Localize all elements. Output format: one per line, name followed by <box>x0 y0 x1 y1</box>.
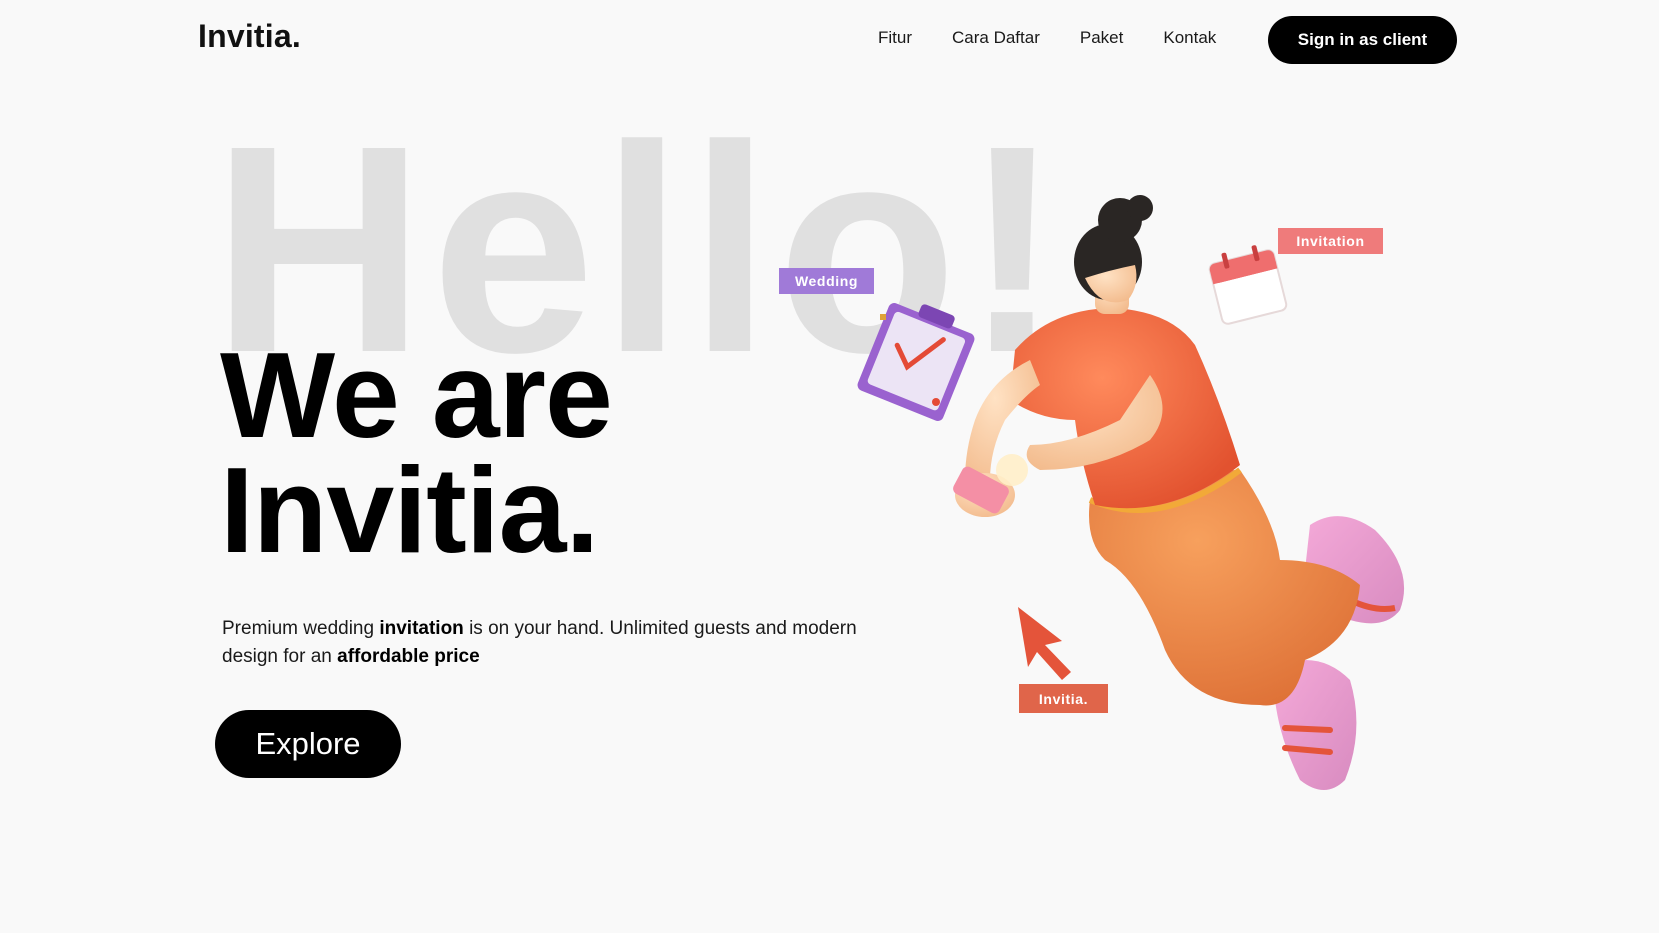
explore-button[interactable]: Explore <box>215 710 401 778</box>
calendar-icon <box>1208 245 1288 325</box>
hero-desc-part1: Premium wedding <box>222 618 380 639</box>
tag-wedding: Wedding <box>779 268 874 294</box>
tag-invitation: Invitation <box>1278 228 1383 254</box>
hero-description: Premium wedding invitation is on your ha… <box>222 615 862 671</box>
hero-title-line1: We are <box>220 327 613 463</box>
brand-logo[interactable]: Invitia. <box>198 18 301 55</box>
nav-link-fitur[interactable]: Fitur <box>878 28 912 48</box>
sign-in-client-button[interactable]: Sign in as client <box>1268 16 1457 64</box>
cursor-arrow-icon <box>1018 607 1071 680</box>
hero-title: We are Invitia. <box>220 327 613 578</box>
main-nav: Fitur Cara Daftar Paket Kontak <box>878 28 1216 48</box>
tag-invitia: Invitia. <box>1019 684 1108 713</box>
hero-desc-bold-price: affordable price <box>337 646 480 667</box>
nav-link-kontak[interactable]: Kontak <box>1163 28 1216 48</box>
nav-link-paket[interactable]: Paket <box>1080 28 1123 48</box>
hero-title-line2: Invitia. <box>220 442 599 578</box>
landing-page: Hello! Invitia. Fitur Cara Daftar Paket … <box>0 0 1659 933</box>
nav-link-cara-daftar[interactable]: Cara Daftar <box>952 28 1040 48</box>
hero-desc-bold-invitation: invitation <box>379 618 464 639</box>
